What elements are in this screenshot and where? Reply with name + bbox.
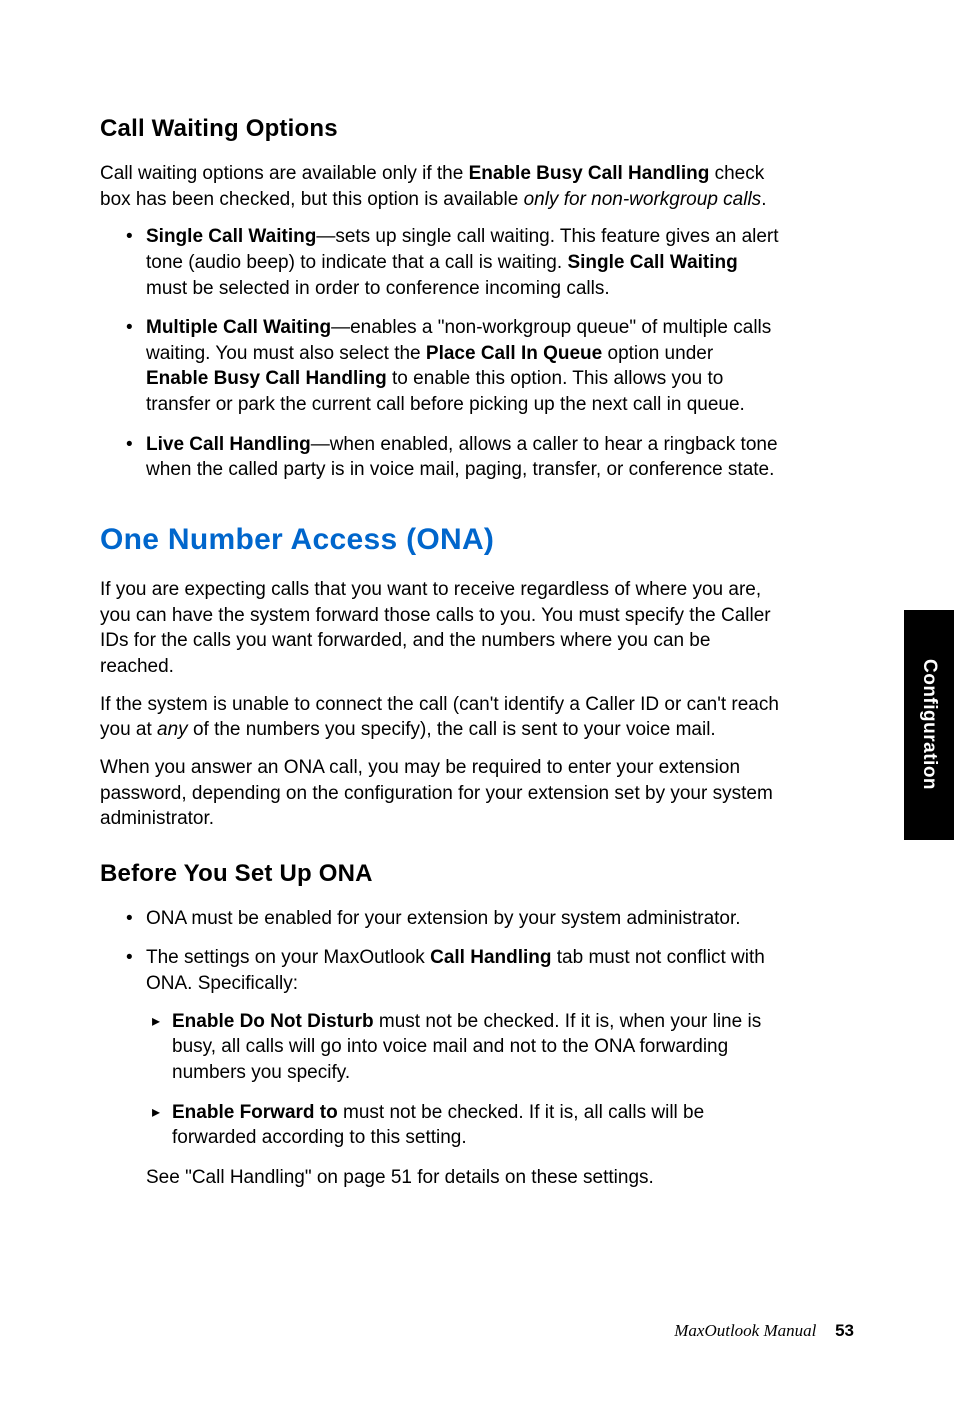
- paragraph: When you answer an ONA call, you may be …: [100, 755, 780, 832]
- sidebar-tab: Configuration: [904, 610, 954, 840]
- heading-call-waiting-options: Call Waiting Options: [100, 115, 780, 143]
- sub-bullet-list: Enable Do Not Disturb must not be checke…: [146, 1009, 780, 1151]
- list-item: The settings on your MaxOutlook Call Han…: [100, 945, 780, 1190]
- paragraph: Call waiting options are available only …: [100, 161, 780, 212]
- list-item: Enable Forward to must not be checked. I…: [146, 1100, 780, 1151]
- page: Configuration Call Waiting Options Call …: [0, 0, 954, 1411]
- sidebar-tab-label: Configuration: [918, 659, 940, 790]
- paragraph: If you are expecting calls that you want…: [100, 577, 780, 680]
- list-item: Single Call Waiting—sets up single call …: [100, 224, 780, 301]
- footer-page-number: 53: [835, 1321, 854, 1340]
- paragraph: See "Call Handling" on page 51 for detai…: [146, 1165, 780, 1191]
- footer: MaxOutlook Manual 53: [674, 1321, 854, 1341]
- bullet-list: ONA must be enabled for your extension b…: [100, 906, 780, 1191]
- content: Call Waiting Options Call waiting option…: [100, 115, 780, 1191]
- heading-before-you-set-up-ona: Before You Set Up ONA: [100, 860, 780, 888]
- list-item: Multiple Call Waiting—enables a "non-wor…: [100, 315, 780, 418]
- list-item: Enable Do Not Disturb must not be checke…: [146, 1009, 780, 1086]
- paragraph: If the system is unable to connect the c…: [100, 692, 780, 743]
- list-item: Live Call Handling—when enabled, allows …: [100, 432, 780, 483]
- list-item: ONA must be enabled for your extension b…: [100, 906, 780, 932]
- heading-one-number-access: One Number Access (ONA): [100, 523, 780, 557]
- bullet-list: Single Call Waiting—sets up single call …: [100, 224, 780, 483]
- footer-title: MaxOutlook Manual: [674, 1321, 816, 1340]
